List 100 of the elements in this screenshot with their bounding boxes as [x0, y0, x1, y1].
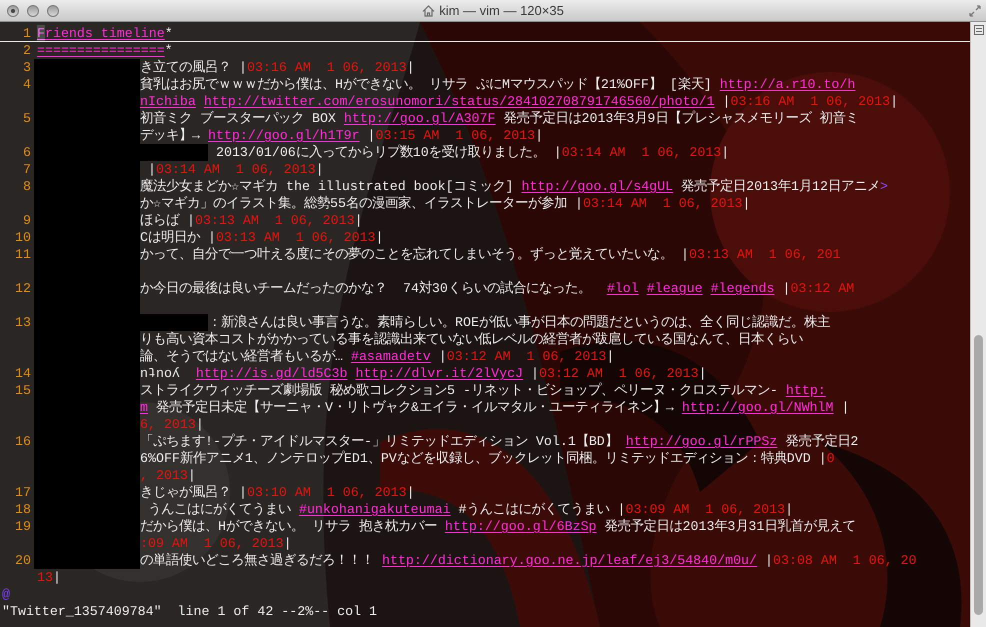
- heading-text: ================: [37, 42, 165, 59]
- timestamp: 03:14 AM 1 06, 2013: [156, 161, 316, 178]
- tweet-text: Cは明日か |: [140, 229, 216, 246]
- line-number: 13: [15, 314, 31, 331]
- tweet-text: 「ぷちます!-プチ・アイドルマスター-」リミテッドエディション Vol.1【BD】: [140, 433, 619, 450]
- line-number: 3: [23, 59, 31, 76]
- tweet-text: |: [316, 161, 324, 178]
- tweet-text: かって、自分で一つ叶える度にその夢のことを忘れてしまいそう。ずっと覚えていたいな。 |: [140, 246, 689, 263]
- link-text: http://goo.gl/s4gUL: [522, 178, 674, 195]
- zoom-button[interactable]: [47, 4, 59, 16]
- tweet-text: 発売予定日未定【サーニャ・V・リトヴャク&エイラ・イルマタル・ユーティライネン】→: [154, 399, 675, 416]
- line-number: 1: [23, 25, 31, 41]
- tweet-text: |: [196, 416, 204, 433]
- line-number: 14: [15, 365, 31, 382]
- line-number: 10: [15, 229, 31, 246]
- line-number: 11: [15, 246, 31, 263]
- timestamp: 03:16 AM 1 06, 2013: [246, 59, 407, 76]
- line-number: 19: [15, 518, 31, 535]
- tweet-text: |: [742, 195, 751, 212]
- tweet-text: |: [722, 93, 731, 110]
- line-number: 2: [23, 42, 31, 59]
- line-number: 9: [23, 212, 31, 229]
- tweet-text: きじゃが風呂？ |: [140, 484, 247, 501]
- scrollbar[interactable]: [970, 22, 986, 627]
- tweet-text: |: [785, 501, 794, 518]
- line-number: 17: [15, 484, 31, 501]
- timestamp: 0: [826, 450, 835, 467]
- line-number: 5: [23, 110, 31, 127]
- timestamp: :09 AM 1 06, 2013: [140, 535, 284, 552]
- tweet-text: |: [52, 569, 61, 586]
- overflow-marker: @: [2, 587, 10, 602]
- tweet-text: |: [146, 161, 156, 178]
- tweet-text: りも高い資本コストがかかっている事を認識出来ていない低レベルの経営者が跋扈している国なんて、日本くらい: [140, 331, 803, 348]
- tweet-text: うんこはにがくてうまい: [146, 501, 292, 518]
- timestamp: 03:08 AM 1 06, 20: [773, 552, 917, 569]
- tweet-text: |: [721, 144, 730, 161]
- close-button[interactable]: [7, 4, 19, 16]
- line-number: 20: [15, 552, 31, 569]
- tweet-text: #うんこはにがくてうまい |: [458, 501, 626, 518]
- link-text: #unkohanigakuteumai: [298, 501, 451, 518]
- line-number: 18: [15, 501, 31, 518]
- link-text: #league: [646, 280, 703, 297]
- timestamp: , 2013: [140, 467, 188, 484]
- tweet-text: の単語使いどころ無さ過ぎるだろ！！！: [140, 552, 375, 569]
- link-text: #asamadetv: [350, 348, 431, 365]
- tweet-text: nʇnoʎ: [140, 365, 181, 382]
- line-number: 4: [23, 76, 31, 93]
- tweet-text: |: [764, 552, 773, 569]
- tweet-text: |: [698, 365, 707, 382]
- timestamp: 03:16 AM 1 06, 2013: [730, 93, 890, 110]
- text-cursor: F: [37, 25, 45, 41]
- tweet-text: 論、そうではない経営者もいるが…: [140, 348, 344, 365]
- link-text: http://twitter.com/erosunomori/status/284102708791746560/photo/1: [204, 93, 715, 110]
- heading-text: riends timeline: [44, 25, 165, 41]
- link-text: http://goo.gl/A307F: [344, 110, 496, 127]
- timestamp: 03:12 AM 1 06, 2013: [539, 365, 699, 382]
- line-number: 12: [15, 280, 31, 297]
- link-text: #legends: [710, 280, 774, 297]
- tweet-text: か今日の最後は良いチームだったのかな？ 74対30くらいの試合になった。: [140, 280, 592, 297]
- tweet-text: だから僕は、Hができない。 リサラ 抱き枕カバー: [140, 518, 438, 535]
- wrap-marker: >: [880, 178, 888, 195]
- tweet-text: き立ての風呂？ |: [140, 59, 247, 76]
- tweet-text: |: [188, 467, 196, 484]
- link-text: http://dlvr.it/2lVycJ: [355, 365, 524, 382]
- tweet-text: 6%OFF新作アニメ1、ノンテロップED1、PVなどを収録し、ブックレット同梱。リミテッドエディション：特典DVD |: [140, 450, 827, 467]
- line-number: 15: [15, 382, 31, 399]
- timestamp: 03:15 AM 1 06, 2013: [376, 127, 536, 144]
- tweet-text: |: [354, 212, 363, 229]
- timestamp: 03:13 AM 1 06, 2013: [194, 212, 355, 229]
- timestamp: 03:13 AM 1 06, 201: [688, 246, 841, 263]
- tweet-text: ：新浪さんは良い事言うな。素晴らしい。ROEが低い事が日本の問題だというのは、全く同じ認識だ。株主: [208, 314, 830, 331]
- minimize-button[interactable]: [27, 4, 39, 16]
- split-icon[interactable]: [974, 25, 984, 35]
- timestamp: 03:12 AM 1 06, 2013: [446, 348, 606, 365]
- timestamp: 03:09 AM 1 06, 2013: [626, 501, 786, 518]
- timestamp: 03:10 AM 1 06, 2013: [246, 484, 407, 501]
- timestamp: 13: [37, 569, 53, 586]
- link-text: http://goo.gl/NWhlM: [682, 399, 834, 416]
- timestamp: 03:12 AM: [790, 280, 854, 297]
- tweet-text: 発売予定日は2013年3月31日乳首が見えて: [604, 518, 856, 535]
- link-text: http://goo.gl/rPPSz: [626, 433, 778, 450]
- tweet-text: |: [406, 484, 415, 501]
- tweet-text: *: [164, 42, 173, 59]
- link-text: http://a.r10.to/h: [720, 76, 856, 93]
- tweet-text: 発売予定日2: [784, 433, 858, 450]
- scrollbar-thumb[interactable]: [974, 335, 983, 615]
- link-text: nIchiba: [140, 93, 196, 110]
- link-text: m: [140, 399, 148, 416]
- tweet-text: |: [406, 59, 415, 76]
- tweet-text: |: [530, 365, 540, 382]
- tweet-text: |: [376, 229, 384, 246]
- fullscreen-icon[interactable]: [968, 4, 982, 18]
- tweet-text: |: [781, 280, 790, 297]
- tweet-text: 貧乳はお尻でｗｗｗだから僕は、Hができない。 リサラ ぷにMマウスパッド【21%OFF】 [楽天]: [140, 76, 713, 93]
- status-message: "Twitter_1357409784" line 1 of 42 --2%-- col 1: [2, 604, 378, 619]
- tweet-text: 2013/01/06に入ってからリプ数10を受け取りました。 |: [214, 144, 562, 161]
- link-text: http://goo.gl/h1T9r: [208, 127, 360, 144]
- link-text: http:: [786, 382, 826, 399]
- tweet-text: |: [366, 127, 376, 144]
- line-number: 16: [15, 433, 31, 450]
